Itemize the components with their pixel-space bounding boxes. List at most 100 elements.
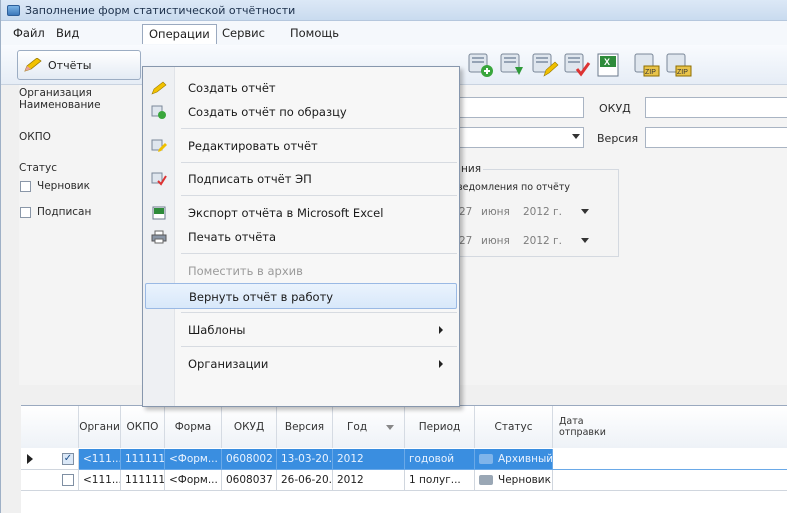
menu-item-create-from-template[interactable]: Создать отчёт по образцу bbox=[145, 99, 457, 125]
okpo-label: ОКПО bbox=[19, 131, 51, 143]
menu-service[interactable]: Сервис bbox=[216, 24, 271, 44]
menu-operations[interactable]: Операции bbox=[142, 24, 217, 44]
current-row-arrow-icon bbox=[27, 454, 33, 464]
menu-item-print[interactable]: Печать отчёта bbox=[145, 224, 457, 250]
name-label: Наименование bbox=[19, 99, 101, 111]
menu-view[interactable]: Вид bbox=[50, 24, 85, 44]
version-field[interactable] bbox=[645, 127, 787, 148]
col-header-period[interactable]: Период bbox=[405, 406, 475, 448]
row-checkbox-checked[interactable]: ✓ bbox=[62, 453, 74, 465]
draft-label: Черновик bbox=[37, 180, 90, 192]
cell-version: 13-03-20... bbox=[277, 449, 333, 470]
reports-button-label: Отчёты bbox=[48, 59, 92, 72]
cell-org: <111... bbox=[79, 449, 121, 470]
menu-separator bbox=[181, 128, 457, 129]
col-header-version[interactable]: Версия bbox=[277, 406, 333, 448]
menu-item-label: Печать отчёта bbox=[188, 230, 277, 244]
date-to-day: 27 bbox=[459, 235, 473, 247]
cell-form: <Форм... bbox=[165, 470, 222, 491]
zip-import-icon[interactable]: ZIP bbox=[664, 50, 694, 80]
edit-form-icon[interactable] bbox=[530, 50, 560, 80]
version-label: Версия bbox=[597, 132, 639, 145]
col-header-sent-date[interactable]: Дата отправки bbox=[553, 406, 787, 448]
menu-separator bbox=[181, 162, 457, 163]
cell-org: <111... bbox=[79, 470, 121, 491]
excel-icon[interactable]: X bbox=[594, 50, 624, 80]
menu-separator bbox=[181, 312, 457, 313]
col-header-okpo[interactable]: ОКПО bbox=[121, 406, 165, 448]
pencil-icon bbox=[24, 58, 42, 72]
menu-item-archive: Поместить в архив bbox=[145, 258, 457, 284]
menu-separator bbox=[181, 346, 457, 347]
svg-text:ZIP: ZIP bbox=[645, 69, 656, 76]
cell-form: <Форм... bbox=[165, 449, 222, 470]
row-header-cell bbox=[21, 470, 79, 491]
submenu-arrow-icon bbox=[439, 326, 443, 334]
window-title: Заполнение форм статистической отчётност… bbox=[25, 4, 296, 17]
menu-item-organizations[interactable]: Организации bbox=[145, 351, 457, 377]
col-header-status[interactable]: Статус bbox=[475, 406, 553, 448]
col-header-year[interactable]: Год bbox=[333, 406, 405, 448]
menu-item-excel-export[interactable]: Экспорт отчёта в Microsoft Excel bbox=[145, 200, 457, 226]
date-to-picker[interactable]: 27 июня 2012 г. bbox=[459, 231, 589, 252]
menu-separator bbox=[181, 253, 457, 254]
col-header-sent-date-label: Дата отправки bbox=[559, 416, 606, 438]
draft-status-icon bbox=[479, 475, 493, 485]
cell-sent-date bbox=[553, 470, 787, 491]
cell-okpo: 11111111 bbox=[121, 470, 165, 491]
row-checkbox-unchecked[interactable] bbox=[62, 474, 74, 486]
add-form-icon[interactable] bbox=[466, 50, 496, 80]
calendar-dropdown-icon bbox=[581, 238, 589, 243]
date-from-day: 27 bbox=[459, 206, 473, 218]
date-to-year: 2012 г. bbox=[523, 235, 562, 247]
cell-year: 2012 bbox=[333, 470, 405, 491]
menu-item-label: Вернуть отчёт в работу bbox=[189, 290, 334, 304]
sort-desc-icon bbox=[386, 425, 394, 430]
signed-label: Подписан bbox=[37, 206, 92, 218]
calendar-dropdown-icon bbox=[581, 209, 589, 214]
cell-okud: 0608037 bbox=[222, 470, 277, 491]
cell-status: Архивный bbox=[475, 449, 553, 470]
menu-item-create-report[interactable]: Создать отчёт bbox=[145, 75, 457, 101]
okpo-combo[interactable] bbox=[459, 127, 584, 148]
draft-checkbox[interactable] bbox=[20, 181, 31, 192]
name-field[interactable] bbox=[459, 97, 584, 118]
col-header-org[interactable]: Органи bbox=[79, 406, 121, 448]
menu-item-sign-report[interactable]: Подписать отчёт ЭП bbox=[145, 166, 457, 192]
menu-item-label: Организации bbox=[188, 357, 269, 371]
cell-okud: 0608002 bbox=[222, 449, 277, 470]
date-to-month: июня bbox=[481, 235, 510, 247]
menu-help[interactable]: Помощь bbox=[284, 24, 345, 44]
row-indicator-header bbox=[21, 406, 79, 448]
zip-export-icon[interactable]: ZIP bbox=[632, 50, 662, 80]
cell-sent-date bbox=[553, 449, 787, 470]
menu-item-return-to-work[interactable]: Вернуть отчёт в работу bbox=[145, 283, 457, 309]
chevron-down-icon bbox=[572, 134, 580, 139]
sign-report-icon bbox=[151, 172, 167, 186]
table-row[interactable]: ✓ <111... 11111111 <Форм... 0608002 13-0… bbox=[21, 449, 787, 470]
menu-item-label: Создать отчёт по образцу bbox=[188, 105, 347, 119]
cell-status-text: Архивный bbox=[498, 453, 553, 465]
okud-label: ОКУД bbox=[599, 102, 631, 115]
cell-year: 2012 bbox=[333, 449, 405, 470]
okud-field[interactable] bbox=[645, 97, 787, 118]
excel-export-icon bbox=[152, 206, 166, 220]
menu-item-templates[interactable]: Шаблоны bbox=[145, 317, 457, 343]
app-icon bbox=[7, 5, 20, 16]
title-bar: Заполнение форм статистической отчётност… bbox=[1, 0, 787, 21]
notification-group-label: ния bbox=[459, 163, 484, 175]
table-row[interactable]: <111... 11111111 <Форм... 0608037 26-06-… bbox=[21, 470, 787, 491]
signed-checkbox[interactable] bbox=[20, 207, 31, 218]
reports-button[interactable]: Отчёты bbox=[17, 50, 141, 80]
cell-status: Черновик bbox=[475, 470, 553, 491]
create-from-template-icon bbox=[151, 105, 166, 119]
date-from-year: 2012 г. bbox=[523, 206, 562, 218]
col-header-form[interactable]: Форма bbox=[165, 406, 222, 448]
col-header-okud[interactable]: ОКУД bbox=[222, 406, 277, 448]
import-form-icon[interactable] bbox=[498, 50, 528, 80]
check-form-icon[interactable] bbox=[562, 50, 592, 80]
menu-file[interactable]: Файл bbox=[7, 24, 51, 44]
cell-okpo: 11111111 bbox=[121, 449, 165, 470]
date-from-picker[interactable]: 27 июня 2012 г. bbox=[459, 202, 589, 223]
menu-item-edit-report[interactable]: Редактировать отчёт bbox=[145, 133, 457, 159]
